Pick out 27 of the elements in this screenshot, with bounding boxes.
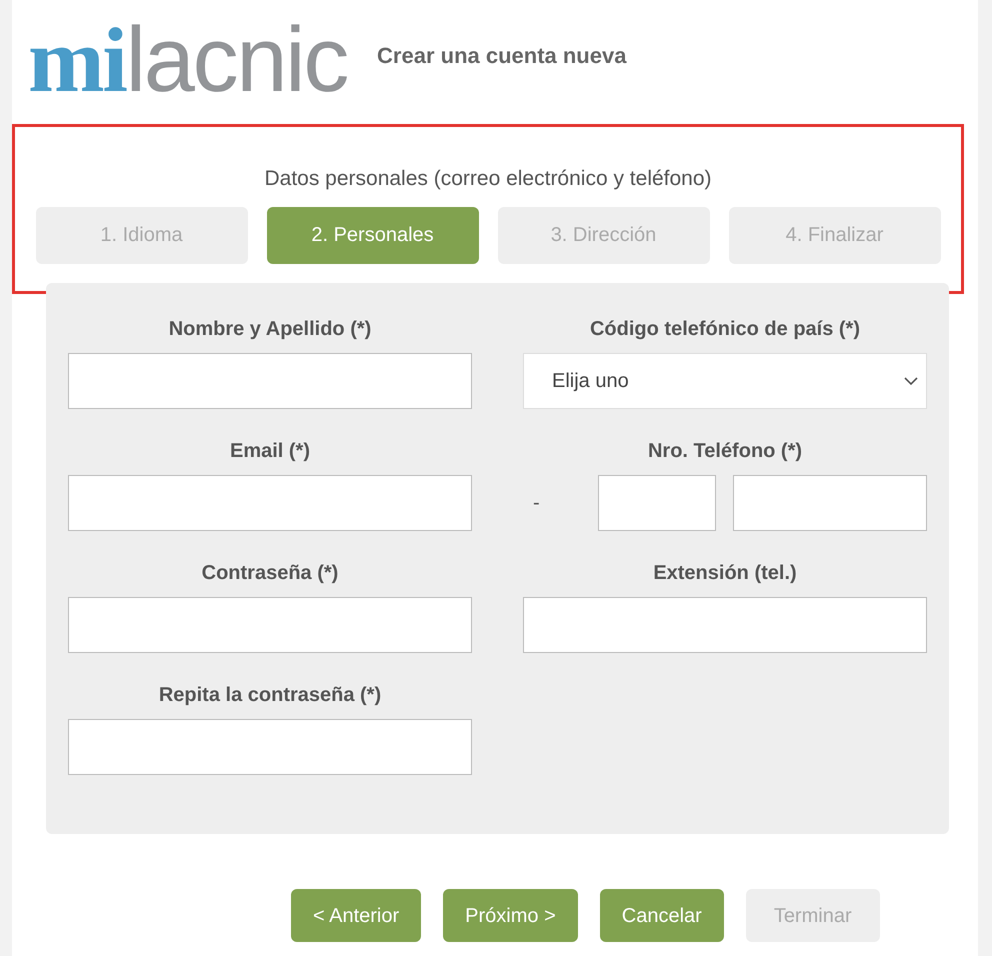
field-label: Nro. Teléfono (*) [646,439,804,463]
input-field[interactable] [523,597,927,653]
input-field[interactable] [733,475,927,531]
section-title: Datos personales (correo electrónico y teléfono) [264,166,712,192]
field-label: Repita la contraseña (*) [158,683,382,707]
nav-button[interactable]: Cancelar [600,889,724,942]
logo: milacnic [28,14,348,106]
field-label: Email (*) [228,439,312,463]
input-field[interactable] [68,353,472,409]
step-tab[interactable]: 2. Personales [266,206,478,264]
field-label: Contraseña (*) [200,561,340,585]
nav-button[interactable]: < Anterior [291,889,422,942]
country-code-select[interactable]: Elija uno [523,353,927,409]
page-title: Crear una cuenta nueva [377,42,626,70]
field-label: Nombre y Apellido (*) [168,317,372,341]
step-tab[interactable]: 3. Dirección [498,206,710,264]
separator-dash: - [533,491,541,516]
field-label: Código telefónico de país (*) [588,317,861,341]
nav-button[interactable]: Próximo > [443,889,578,942]
step-tab[interactable]: 1. Idioma [36,206,248,264]
input-field[interactable] [598,475,716,531]
step-tab[interactable]: 4. Finalizar [728,206,940,264]
input-field[interactable] [68,719,472,775]
field-label: Extensión (tel.) [652,561,798,585]
chevron-down-icon [904,376,918,386]
input-field[interactable] [68,475,472,531]
input-field[interactable] [68,597,472,653]
